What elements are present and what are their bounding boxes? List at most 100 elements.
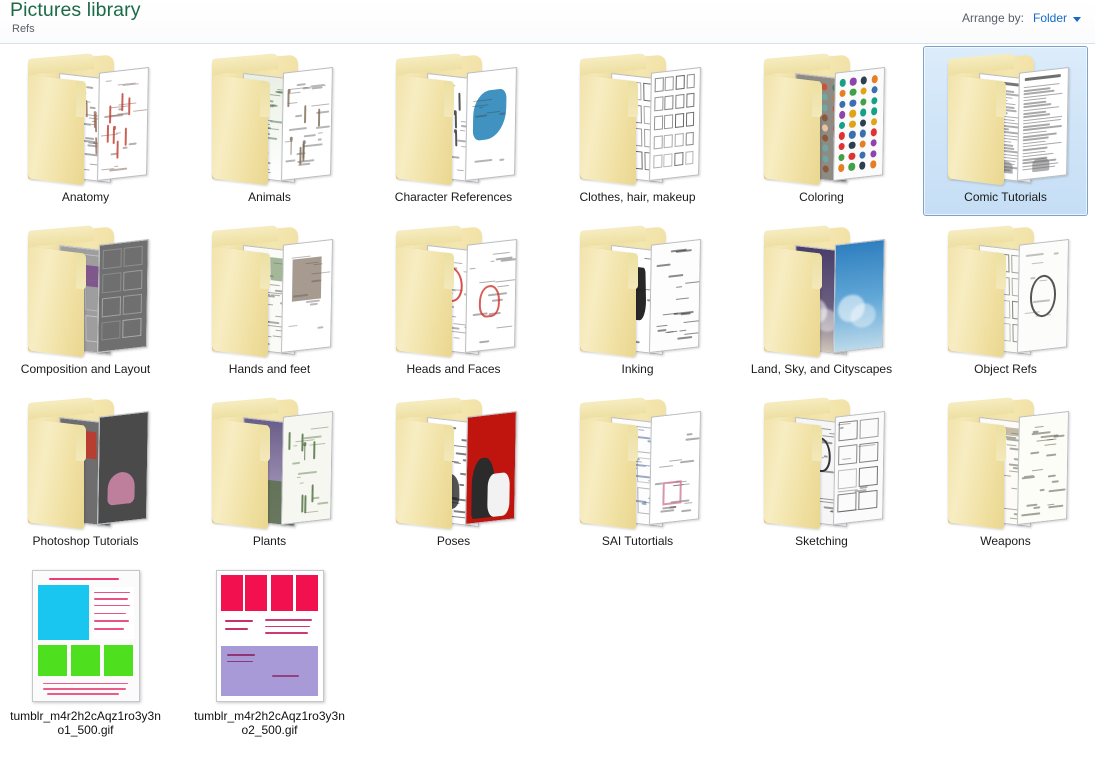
folder-item[interactable]: Sketching [739, 390, 904, 560]
library-subtitle: Refs [12, 23, 35, 35]
item-icon[interactable] [555, 394, 720, 532]
folder-icon [940, 397, 1072, 530]
folder-icon [572, 53, 704, 186]
folder-front-flap [27, 418, 84, 530]
folder-preview-thumbnail [280, 411, 333, 525]
folder-preview-thumbnail [464, 411, 517, 525]
folder-icon [20, 53, 152, 186]
folder-preview-thumbnail [280, 67, 333, 181]
folder-item[interactable]: Composition and Layout [3, 218, 168, 388]
folder-icon [388, 397, 520, 530]
arrange-by-value[interactable]: Folder [1033, 11, 1067, 25]
folder-item[interactable]: Inking [555, 218, 720, 388]
folder-item[interactable]: Photoshop Tutorials [3, 390, 168, 560]
page-title: Pictures library [10, 0, 141, 21]
folder-item[interactable]: Plants [187, 390, 352, 560]
item-icon[interactable] [187, 222, 352, 360]
item-icon[interactable] [3, 566, 168, 704]
folder-icon [572, 397, 704, 530]
folder-item[interactable]: SAI Tutortials [555, 390, 720, 560]
folder-front-flap [395, 74, 452, 186]
item-label: Object Refs [974, 362, 1037, 376]
arrange-by-label: Arrange by: [961, 11, 1024, 25]
items-row: Photoshop Tutorials Plants Poses SAI Tut… [0, 388, 1095, 563]
folder-item[interactable]: Anatomy [3, 46, 168, 216]
file-item[interactable]: tumblr_m4r2h2cAqz1ro3y3no1_500.gif [3, 562, 168, 737]
item-icon[interactable] [3, 394, 168, 532]
folder-item[interactable]: Weapons [923, 390, 1088, 560]
folder-front-flap [211, 418, 268, 530]
folder-preview-thumbnail [96, 67, 149, 181]
folder-icon [388, 53, 520, 186]
item-icon[interactable] [187, 50, 352, 188]
items-row: tumblr_m4r2h2cAqz1ro3y3no1_500.gif tumbl… [0, 560, 1095, 763]
folder-icon [20, 397, 152, 530]
folder-front-flap [579, 246, 636, 358]
folder-icon [756, 397, 888, 530]
image-file-icon [215, 570, 324, 702]
folder-icon [204, 397, 336, 530]
folder-icon [204, 53, 336, 186]
folder-item[interactable]: Animals [187, 46, 352, 216]
item-icon[interactable] [371, 50, 536, 188]
arrange-by-control[interactable]: Arrange by: Folder [962, 11, 1081, 25]
folder-front-flap [763, 418, 820, 530]
item-label: tumblr_m4r2h2cAqz1ro3y3no1_500.gif [10, 709, 161, 737]
item-label: Inking [621, 362, 654, 376]
folder-item[interactable]: Clothes, hair, makeup [555, 46, 720, 216]
folder-front-flap [395, 246, 452, 358]
folder-item[interactable]: Hands and feet [187, 218, 352, 388]
item-icon[interactable] [371, 222, 536, 360]
item-icon[interactable] [923, 222, 1088, 360]
folder-preview-thumbnail [280, 239, 333, 353]
item-icon[interactable] [3, 50, 168, 188]
folder-item[interactable]: Land, Sky, and Cityscapes [739, 218, 904, 388]
explorer-content-pane: Pictures library Refs Arrange by: Folder… [0, 0, 1095, 763]
folder-item[interactable]: Object Refs [923, 218, 1088, 388]
file-item[interactable]: tumblr_m4r2h2cAqz1ro3y3no2_500.gif [187, 562, 352, 737]
folder-preview-thumbnail [1016, 411, 1069, 525]
item-icon[interactable] [739, 222, 904, 360]
item-icon[interactable] [187, 566, 352, 704]
folder-item[interactable]: Heads and Faces [371, 218, 536, 388]
item-label: Sketching [795, 534, 848, 548]
folder-item[interactable]: Coloring [739, 46, 904, 216]
item-icon[interactable] [187, 394, 352, 532]
folder-preview-thumbnail [648, 239, 701, 353]
folder-icon [756, 225, 888, 358]
folder-front-flap [211, 246, 268, 358]
item-icon[interactable] [371, 394, 536, 532]
folder-icon [756, 53, 888, 186]
folder-front-flap [27, 74, 84, 186]
folder-preview-thumbnail [832, 239, 885, 353]
item-label: Character References [394, 190, 513, 204]
item-icon[interactable] [555, 222, 720, 360]
folder-preview-thumbnail [832, 67, 885, 181]
item-label: Photoshop Tutorials [32, 534, 139, 548]
folder-front-flap [763, 74, 820, 186]
folder-preview-thumbnail [96, 411, 149, 525]
item-icon[interactable] [739, 50, 904, 188]
item-icon[interactable] [923, 394, 1088, 532]
folder-icon [940, 225, 1072, 358]
folder-item[interactable]: Poses [371, 390, 536, 560]
folder-preview-thumbnail [96, 239, 149, 353]
folder-front-flap [579, 74, 636, 186]
folder-preview-thumbnail [464, 67, 517, 181]
item-icon[interactable] [739, 394, 904, 532]
folder-item[interactable]: Comic Tutorials [923, 46, 1088, 216]
folder-front-flap [947, 418, 1004, 530]
item-icon[interactable] [555, 50, 720, 188]
folder-item[interactable]: Character References [371, 46, 536, 216]
folder-icon [940, 53, 1072, 186]
folder-preview-thumbnail [1016, 67, 1069, 181]
item-icon[interactable] [923, 50, 1088, 188]
image-file-icon [31, 570, 140, 702]
item-label: Heads and Faces [406, 362, 501, 376]
item-label: Weapons [980, 534, 1031, 548]
folder-front-flap [947, 74, 1004, 186]
chevron-down-icon[interactable] [1073, 16, 1081, 22]
folder-front-flap [395, 418, 452, 530]
folder-icon [572, 225, 704, 358]
item-icon[interactable] [3, 222, 168, 360]
